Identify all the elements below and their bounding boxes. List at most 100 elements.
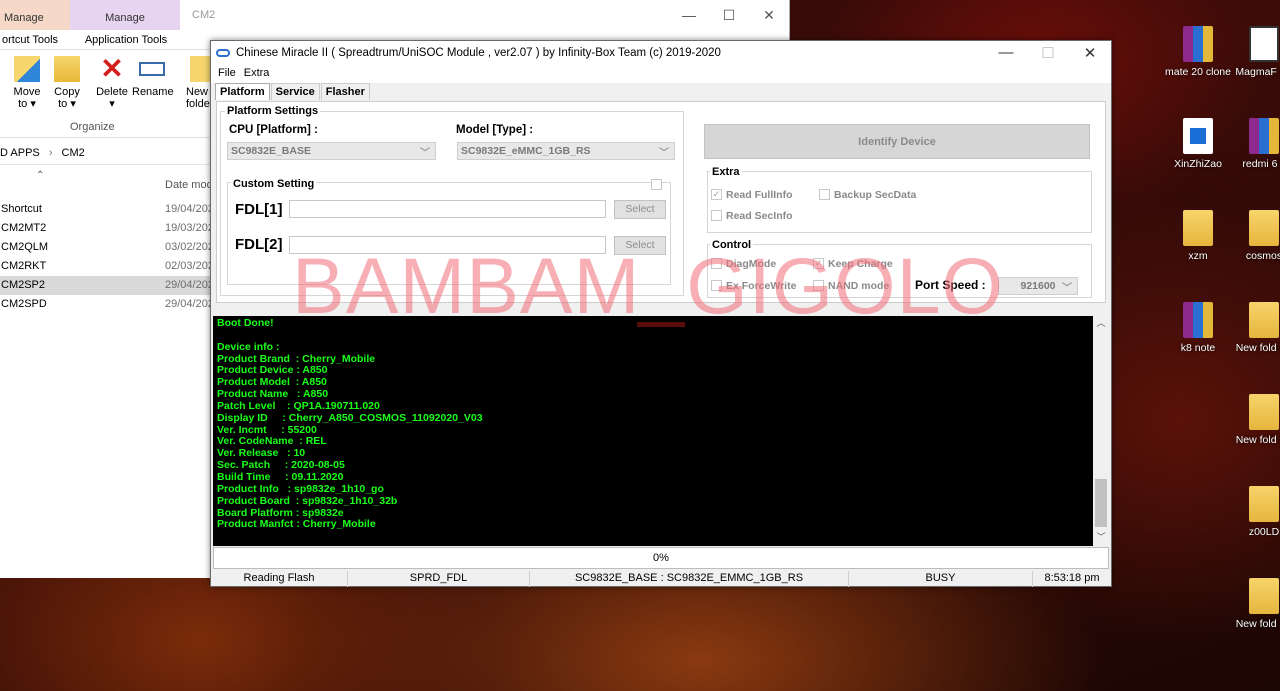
status-state: BUSY bbox=[849, 571, 1033, 587]
folder-icon bbox=[1249, 486, 1279, 522]
diagmode-label: DiagMode bbox=[726, 258, 777, 270]
scroll-down-icon[interactable]: ﹀ bbox=[1093, 530, 1109, 546]
status-fdl: SPRD_FDL bbox=[348, 571, 530, 587]
folder-icon bbox=[1249, 210, 1279, 246]
close-button[interactable]: ✕ bbox=[749, 0, 789, 30]
desktop-icon-cosmos[interactable]: cosmos bbox=[1228, 210, 1280, 263]
console-marker bbox=[637, 322, 685, 327]
console-line: Product Manfct : Cherry_Mobile bbox=[217, 518, 376, 531]
console-line: Device info : bbox=[217, 340, 280, 353]
desktop-icon-mate20[interactable]: mate 20 clone bbox=[1162, 26, 1234, 79]
progress-bar: 0% bbox=[213, 547, 1109, 569]
list-item[interactable]: CM2RKT 02/03/202 bbox=[0, 257, 215, 276]
custom-setting-checkbox[interactable] bbox=[651, 179, 662, 190]
move-to-button[interactable]: Move to ▾ bbox=[10, 56, 44, 110]
identify-device-button[interactable]: Identify Device bbox=[704, 124, 1090, 159]
list-item[interactable]: CM2SPD 29/04/202 bbox=[0, 295, 215, 314]
column-date-modified[interactable]: Date mod bbox=[165, 179, 213, 191]
close-button[interactable]: ✕ bbox=[1069, 44, 1111, 62]
maximize-button[interactable]: ☐ bbox=[1027, 44, 1069, 62]
progress-text: 0% bbox=[653, 552, 669, 564]
copy-to-icon bbox=[54, 56, 80, 82]
delete-button[interactable]: ✕ Delete ▾ bbox=[94, 53, 130, 111]
move-to-icon bbox=[14, 56, 40, 82]
tab-flasher[interactable]: Flasher bbox=[320, 83, 370, 100]
console-line: Product Info : sp9832e_1h10_go bbox=[217, 482, 384, 495]
desktop-icon-xinzhizao[interactable]: XinZhiZao bbox=[1162, 118, 1234, 171]
fdl1-select-button[interactable]: Select bbox=[614, 200, 666, 219]
console-scrollbar[interactable]: ︿ ﹀ bbox=[1093, 316, 1109, 546]
log-console[interactable]: Boot Done! Device info : Product Brand : … bbox=[213, 316, 1109, 546]
port-speed-select[interactable]: 921600 ﹀ bbox=[998, 277, 1078, 295]
diagmode-checkbox[interactable] bbox=[711, 258, 722, 269]
maximize-button[interactable]: ☐ bbox=[709, 0, 749, 30]
desktop-icon-z00ld[interactable]: z00LD bbox=[1228, 486, 1280, 539]
list-item[interactable]: Shortcut 19/04/202 bbox=[0, 200, 215, 219]
desktop-icon-newfolder7[interactable]: New fold (7) bbox=[1228, 578, 1280, 631]
extra-group bbox=[707, 171, 1092, 233]
folder-icon bbox=[1183, 210, 1213, 246]
cm2-title: Chinese Miracle II ( Spreadtrum/UniSOC M… bbox=[236, 47, 721, 59]
scroll-thumb[interactable] bbox=[1095, 479, 1107, 527]
desktop-icon-redmi6c[interactable]: redmi 6 c bbox=[1228, 118, 1280, 171]
read-secinfo-label: Read SecInfo bbox=[726, 210, 793, 222]
tab-bar: Platform Service Flasher bbox=[211, 83, 1111, 100]
minimize-button[interactable]: — bbox=[669, 0, 709, 30]
cpu-select[interactable]: SC9832E_BASE ﹀ bbox=[227, 142, 436, 160]
ex-forcewrite-checkbox[interactable] bbox=[711, 280, 722, 291]
folder-icon bbox=[1249, 578, 1279, 614]
console-line: Patch Level : QP1A.190711.020 bbox=[217, 399, 380, 412]
backup-secdata-checkbox[interactable] bbox=[819, 189, 830, 200]
read-fullinfo-checkbox[interactable]: ✓ bbox=[711, 189, 722, 200]
fdl2-input[interactable] bbox=[289, 236, 606, 254]
breadcrumb-separator: › bbox=[48, 147, 53, 159]
menu-file[interactable]: File bbox=[217, 65, 243, 83]
sort-chevron-icon[interactable]: ⌃ bbox=[36, 170, 44, 181]
console-line: Product Board : sp9832e_1h10_32b bbox=[217, 494, 398, 507]
fdl2-select-button[interactable]: Select bbox=[614, 236, 666, 255]
cm2-titlebar[interactable]: Chinese Miracle II ( Spreadtrum/UniSOC M… bbox=[211, 41, 1111, 65]
menu-bar: File Extra bbox=[211, 65, 1111, 83]
explorer-title: CM2 bbox=[192, 9, 216, 21]
nand-mode-checkbox[interactable] bbox=[813, 280, 824, 291]
fdl1-input[interactable] bbox=[289, 200, 606, 218]
rename-icon bbox=[139, 62, 165, 76]
desktop-icon-xzm[interactable]: xzm bbox=[1162, 210, 1234, 263]
desktop-icon-newfolder2[interactable]: New fold (2) bbox=[1228, 394, 1280, 447]
model-select[interactable]: SC9832E_eMMC_1GB_RS ﹀ bbox=[457, 142, 675, 160]
console-text: Boot Done! Device info : Product Brand : … bbox=[217, 317, 483, 531]
desktop-icon-magmaf[interactable]: MagmaF (1) bbox=[1228, 26, 1280, 79]
application-tools-label: Application Tools bbox=[84, 34, 168, 46]
port-speed-label: Port Speed : bbox=[913, 278, 988, 292]
organize-label: Organize bbox=[70, 121, 115, 133]
manage-tab-application[interactable]: Manage bbox=[70, 0, 180, 30]
copy-to-button[interactable]: Copy to ▾ bbox=[50, 56, 84, 110]
desktop-icon-k8note[interactable]: k8 note bbox=[1162, 302, 1234, 355]
scroll-up-icon[interactable]: ︿ bbox=[1093, 316, 1109, 332]
custom-setting-label: Custom Setting bbox=[231, 178, 317, 190]
list-item[interactable]: CM2QLM 03/02/202 bbox=[0, 238, 215, 257]
rename-button[interactable]: Rename bbox=[132, 56, 174, 98]
nand-mode-label: NAND mode bbox=[828, 280, 890, 292]
address-bar[interactable]: D APPS › CM2 bbox=[0, 143, 215, 165]
cm2-window[interactable]: Chinese Miracle II ( Spreadtrum/UniSOC M… bbox=[210, 40, 1112, 587]
folder-icon bbox=[1249, 394, 1279, 430]
tab-platform[interactable]: Platform bbox=[215, 83, 270, 100]
read-secinfo-checkbox[interactable] bbox=[711, 210, 722, 221]
breadcrumb-cm2[interactable]: CM2 bbox=[62, 147, 85, 159]
tab-service[interactable]: Service bbox=[270, 83, 320, 100]
minimize-button[interactable]: — bbox=[985, 44, 1027, 62]
extra-label: Extra bbox=[710, 166, 742, 178]
manage-tab-shortcut[interactable]: Manage bbox=[0, 0, 70, 30]
list-item[interactable]: CM2MT2 19/03/202 bbox=[0, 219, 215, 238]
delete-icon: ✕ bbox=[100, 53, 124, 84]
winrar-icon bbox=[1249, 118, 1279, 154]
shortcut-tools-label: ortcut Tools bbox=[2, 34, 59, 46]
keep-charge-checkbox[interactable]: ✓ bbox=[813, 258, 824, 269]
menu-extra[interactable]: Extra bbox=[243, 65, 277, 83]
read-fullinfo-label: Read FullInfo bbox=[726, 189, 793, 201]
ex-forcewrite-label: Ex ForceWrite bbox=[726, 280, 797, 292]
status-time: 8:53:18 pm bbox=[1044, 572, 1100, 584]
list-item-selected[interactable]: CM2SP2 29/04/202 bbox=[0, 276, 215, 295]
desktop-icon-newfolder5[interactable]: New fold (5) bbox=[1228, 302, 1280, 355]
